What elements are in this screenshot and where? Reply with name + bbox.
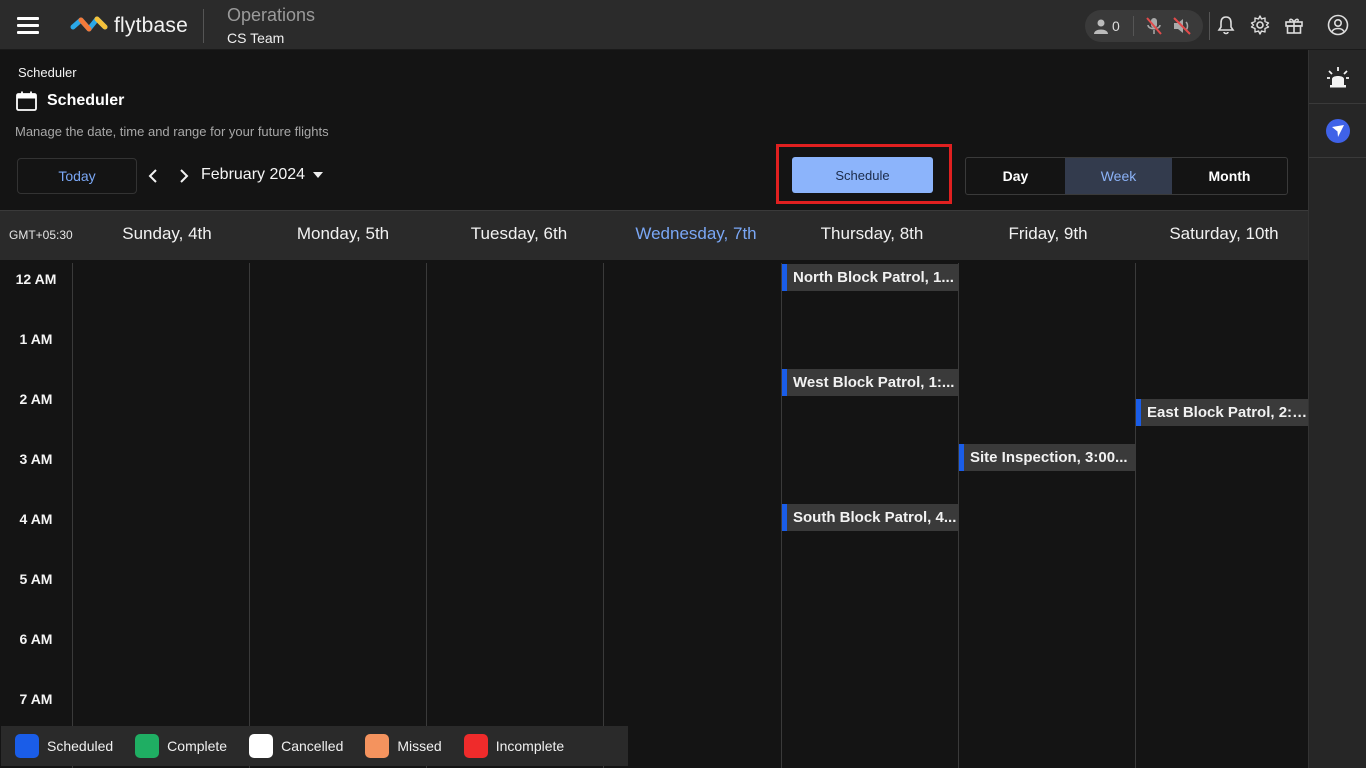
column-divider xyxy=(958,263,959,768)
column-divider xyxy=(603,263,604,768)
day-header-monday: Monday, 5th xyxy=(296,224,390,243)
status-pill: 0 xyxy=(1085,10,1203,42)
account-icon[interactable] xyxy=(1327,14,1349,36)
view-toggle: Day Week Month xyxy=(965,157,1288,195)
right-rail xyxy=(1308,50,1366,768)
chevron-left-icon[interactable] xyxy=(145,166,161,186)
page-title: Scheduler xyxy=(47,92,125,109)
siren-icon xyxy=(1327,66,1349,87)
hour-label: 12 AM xyxy=(15,271,57,287)
bell-icon[interactable] xyxy=(1216,15,1236,35)
event-north-block-patrol[interactable]: North Block Patrol, 1... xyxy=(782,264,958,291)
hour-label: 4 AM xyxy=(19,511,53,527)
gear-icon[interactable] xyxy=(1250,15,1270,35)
swatch-complete xyxy=(135,734,160,758)
legend-label: Missed xyxy=(397,738,442,754)
navigation-icon xyxy=(1326,118,1350,143)
column-divider xyxy=(249,263,250,768)
online-users[interactable]: 0 xyxy=(1093,18,1125,34)
mic-off-icon[interactable] xyxy=(1146,17,1162,35)
alarm-button[interactable] xyxy=(1309,50,1366,104)
header-divider-2 xyxy=(1209,12,1210,40)
legend-cancelled: Cancelled xyxy=(249,734,343,758)
location-button[interactable] xyxy=(1309,104,1366,158)
event-site-inspection[interactable]: Site Inspection, 3:00... xyxy=(959,444,1135,471)
event-east-block-patrol[interactable]: East Block Patrol, 2:1... xyxy=(1136,399,1308,426)
column-divider xyxy=(426,263,427,768)
legend-missed: Missed xyxy=(365,734,442,758)
top-bar: flytbase Operations CS Team 0 xyxy=(0,0,1366,50)
month-label: February 2024 xyxy=(201,166,306,183)
column-divider xyxy=(1135,263,1136,768)
view-month[interactable]: Month xyxy=(1172,158,1287,194)
team-name[interactable]: CS Team xyxy=(227,30,284,46)
breadcrumb[interactable]: Scheduler xyxy=(18,65,77,80)
hour-label: 7 AM xyxy=(19,691,53,707)
legend-complete: Complete xyxy=(135,734,227,758)
calendar-grid[interactable]: 12 AM 1 AM 2 AM 3 AM 4 AM 5 AM 6 AM 7 AM… xyxy=(0,260,1308,768)
legend-label: Cancelled xyxy=(281,738,344,754)
swatch-scheduled xyxy=(15,734,39,758)
flytbase-logo-icon xyxy=(70,16,108,32)
day-header-saturday: Saturday, 10th xyxy=(1169,224,1279,243)
page-description: Manage the date, time and range for your… xyxy=(15,124,329,139)
day-header-tuesday: Tuesday, 6th xyxy=(470,224,568,243)
logo-text: flytbase xyxy=(114,14,188,37)
user-icon xyxy=(1094,19,1108,34)
hour-label: 2 AM xyxy=(19,391,53,407)
menu-icon[interactable] xyxy=(17,17,39,34)
page-title-row: Scheduler xyxy=(16,91,124,111)
legend-incomplete: Incomplete xyxy=(463,734,565,758)
day-header-wednesday: Wednesday, 7th xyxy=(635,224,757,243)
view-day[interactable]: Day xyxy=(966,158,1065,194)
hour-label: 6 AM xyxy=(19,631,53,647)
gutter-divider xyxy=(72,263,73,768)
view-week[interactable]: Week xyxy=(1065,158,1172,194)
legend-label: Incomplete xyxy=(495,738,565,754)
day-header-sunday: Sunday, 4th xyxy=(122,224,212,243)
today-button[interactable]: Today xyxy=(17,158,137,194)
day-header-friday: Friday, 9th xyxy=(1008,224,1088,243)
hour-label: 3 AM xyxy=(19,451,53,467)
status-legend: Scheduled Complete Cancelled Missed Inco… xyxy=(1,726,628,766)
legend-label: Complete xyxy=(167,738,228,754)
legend-label: Scheduled xyxy=(47,738,114,754)
speaker-off-icon[interactable] xyxy=(1172,17,1192,35)
online-count: 0 xyxy=(1112,18,1120,34)
gift-icon[interactable] xyxy=(1284,15,1304,35)
month-picker[interactable]: February 2024 xyxy=(201,166,324,184)
calendar-icon xyxy=(16,91,37,111)
hour-label: 1 AM xyxy=(19,331,53,347)
swatch-cancelled xyxy=(249,734,274,758)
hour-label: 5 AM xyxy=(19,571,53,587)
event-west-block-patrol[interactable]: West Block Patrol, 1:... xyxy=(782,369,958,396)
flytbase-logo[interactable]: flytbase xyxy=(70,12,188,40)
swatch-missed xyxy=(365,734,390,758)
event-south-block-patrol[interactable]: South Block Patrol, 4... xyxy=(782,504,958,531)
header-divider xyxy=(203,9,204,43)
legend-scheduled: Scheduled xyxy=(15,734,113,758)
workspace-title: Operations xyxy=(227,5,316,25)
schedule-button[interactable]: Schedule xyxy=(792,157,933,193)
chevron-right-icon[interactable] xyxy=(176,166,192,186)
swatch-incomplete xyxy=(463,734,488,758)
caret-down-icon xyxy=(313,172,324,178)
day-header-thursday: Thursday, 8th xyxy=(820,224,924,243)
pill-divider xyxy=(1133,16,1134,36)
timezone-label: GMT+05:30 xyxy=(9,228,73,242)
calendar-header: GMT+05:30 Sunday, 4th Monday, 5th Tuesda… xyxy=(0,210,1308,260)
